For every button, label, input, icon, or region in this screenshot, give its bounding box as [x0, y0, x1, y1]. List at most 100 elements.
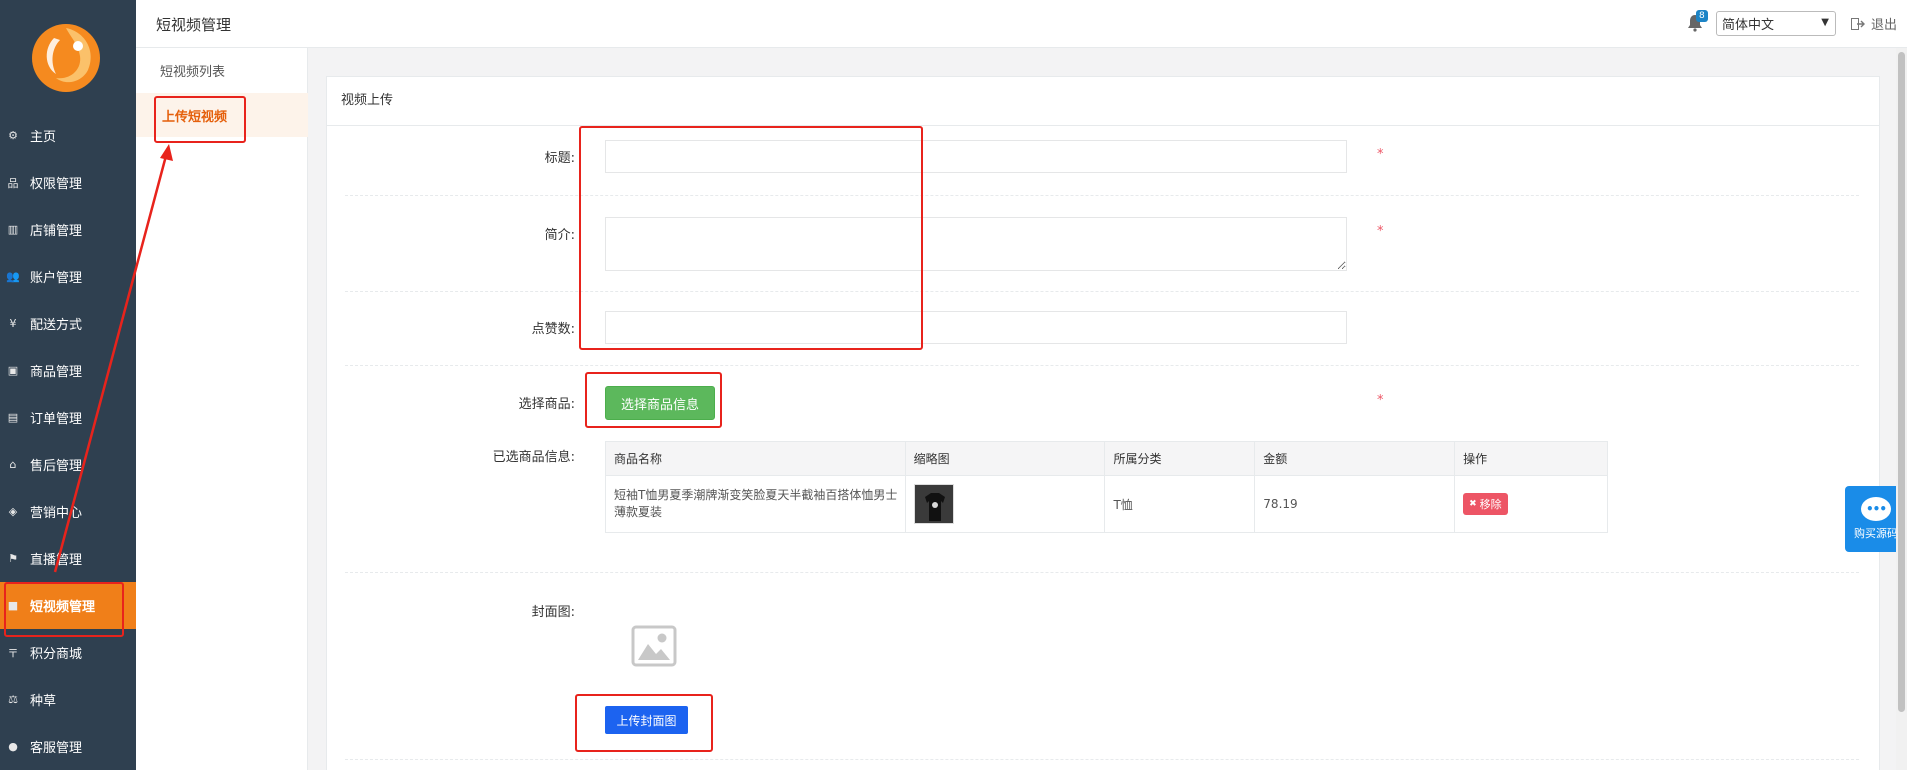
sign-out-icon — [1851, 17, 1865, 30]
column-header: 所属分类 — [1104, 441, 1256, 476]
subnav-item-upload-video[interactable]: 上传短视频 — [136, 93, 308, 137]
nav-item-label: 直播管理 — [30, 553, 83, 568]
selected-goods-label: 已选商品信息: — [492, 450, 575, 465]
product-thumbnail — [913, 484, 954, 524]
nav-item-13[interactable]: ● 客服管理 — [0, 723, 136, 770]
title-input[interactable] — [605, 140, 1347, 173]
column-header: 商品名称 — [605, 441, 906, 476]
nav-item-11[interactable]: 〒积分商城 — [0, 629, 136, 676]
row-divider — [345, 365, 1859, 366]
nav-item-3[interactable]: 👥 账户管理 — [0, 253, 136, 300]
amount-cell: 78.19 — [1254, 475, 1456, 533]
logout-label: 退出 — [1871, 18, 1898, 33]
column-header: 缩略图 — [904, 441, 1106, 476]
select-goods-label: 选择商品: — [518, 397, 575, 412]
close-icon: ✖ — [1469, 499, 1477, 509]
map-icon: ▥ — [7, 223, 19, 236]
comment-icon: ● — [8, 740, 18, 753]
language-select[interactable]: 简体中文 ▼ — [1716, 11, 1836, 36]
column-header: 操作 — [1454, 441, 1608, 476]
nav-item-label: 店铺管理 — [30, 224, 83, 239]
nav-item-label: 账户管理 — [30, 271, 83, 286]
remove-button[interactable]: ✖ 移除 — [1463, 493, 1508, 515]
logout-link[interactable]: 退出 — [1851, 14, 1897, 33]
panel-header-divider — [327, 125, 1879, 126]
table-row: 短袖T恤男夏季潮牌渐变笑脸夏天半截袖百搭体恤男士薄款夏装 T恤 78.19 ✖ — [605, 475, 1608, 533]
action-cell: ✖ 移除 — [1454, 475, 1608, 533]
nav-item-label: 客服管理 — [30, 741, 83, 756]
chat-bubble-icon: ••• — [1861, 497, 1891, 521]
nav-item-10[interactable]: ■ 短视频管理 — [0, 582, 136, 629]
nav-item-label: 积分商城 — [30, 647, 83, 662]
required-mark: * — [1377, 147, 1384, 162]
list-alt-icon: ▤ — [7, 411, 19, 424]
row-divider — [345, 195, 1859, 196]
nav-item-0[interactable]: ⚙ 主页 — [0, 112, 136, 159]
yen-icon: ¥ — [9, 317, 17, 330]
nav-item-1[interactable]: 品权限管理 — [0, 159, 136, 206]
nav-item-2[interactable]: ▥ 店铺管理 — [0, 206, 136, 253]
row-divider — [345, 572, 1859, 573]
category-cell: T恤 — [1104, 475, 1256, 533]
nav-item-label: 短视频管理 — [30, 600, 96, 615]
video-camera-icon: ■ — [7, 599, 19, 612]
image-icon: ▣ — [7, 364, 19, 377]
required-mark: * — [1377, 393, 1384, 408]
nav-item-label: 主页 — [30, 130, 57, 145]
buy-source-label: 购买源码 — [1854, 527, 1898, 540]
language-value: 简体中文 — [1722, 18, 1775, 33]
intro-label: 简介: — [544, 228, 575, 243]
nav-item-label: 订单管理 — [30, 412, 83, 427]
remove-label: 移除 — [1479, 498, 1502, 511]
tag-icon: ◈ — [8, 505, 18, 518]
subnav-item-label: 短视频列表 — [160, 64, 226, 80]
notification-badge: 8 — [1696, 10, 1708, 22]
sub-sidebar: 短视频列表 上传短视频 — [136, 48, 308, 770]
nav-item-label: 权限管理 — [30, 177, 83, 192]
nav-item-label: 商品管理 — [30, 365, 83, 380]
video-upload-panel: 视频上传 标题: * 简介: * 点赞数: 选择商品: 选择商品信息 * 已选商… — [326, 76, 1880, 770]
upload-cover-button[interactable]: 上传封面图 — [605, 706, 688, 734]
flag-icon: ⚑ — [8, 552, 18, 565]
sitemap-icon: 品 — [7, 176, 19, 190]
column-header: 金额 — [1254, 441, 1456, 476]
nav-item-5[interactable]: ▣ 商品管理 — [0, 347, 136, 394]
app-logo — [32, 24, 100, 92]
subnav-item-video-list[interactable]: 短视频列表 — [136, 48, 308, 92]
goods-name-cell: 短袖T恤男夏季潮牌渐变笑脸夏天半截袖百搭体恤男士薄款夏装 — [605, 475, 906, 533]
likes-label: 点赞数: — [531, 322, 575, 337]
nav-item-label: 营销中心 — [30, 506, 83, 521]
subnav-item-label: 上传短视频 — [162, 109, 228, 125]
cover-label: 封面图: — [531, 605, 575, 620]
panel-title: 视频上传 — [341, 93, 394, 108]
selected-goods-table: 商品名称 缩略图 所属分类 金额 操作 短袖T恤男夏季潮牌渐变笑脸夏天半截袖百搭… — [605, 441, 1608, 533]
rmb-icon: 〒 — [7, 646, 19, 660]
nav-item-label: 配送方式 — [30, 318, 83, 333]
nav-item-7[interactable]: ⌂ 售后管理 — [0, 441, 136, 488]
nav-item-6[interactable]: ▤ 订单管理 — [0, 394, 136, 441]
title-label: 标题: — [544, 151, 575, 166]
select-goods-button[interactable]: 选择商品信息 — [605, 386, 715, 420]
nav-item-label: 种草 — [30, 694, 57, 709]
table-header-row: 商品名称 缩略图 所属分类 金额 操作 — [605, 441, 1608, 476]
users-icon: 👥 — [6, 270, 20, 283]
intro-textarea[interactable] — [605, 217, 1347, 271]
top-header: 短视频管理 8 简体中文 ▼ 退出 — [136, 0, 1907, 48]
nav-item-label: 售后管理 — [30, 459, 83, 474]
nav-item-4[interactable]: ¥ 配送方式 — [0, 300, 136, 347]
page-title: 短视频管理 — [156, 16, 232, 34]
required-mark: * — [1377, 224, 1384, 239]
scrollbar-thumb[interactable] — [1898, 52, 1905, 712]
balance-scale-icon: ⚖ — [8, 693, 18, 706]
main-sidebar: ⚙ 主页品权限管理 ▥ 店铺管理 👥 账户管理 ¥ 配送方式 ▣ 商品管理 ▤ 订单管理 ⌂ 售后管理 ◈ 营… — [0, 0, 136, 770]
nav-item-8[interactable]: ◈ 营销中心 — [0, 488, 136, 535]
chevron-down-icon: ▼ — [1821, 17, 1829, 28]
likes-input[interactable] — [605, 311, 1347, 344]
row-divider — [345, 759, 1859, 760]
thumbnail-cell — [904, 475, 1106, 533]
row-divider — [345, 291, 1859, 292]
nav-item-9[interactable]: ⚑ 直播管理 — [0, 535, 136, 582]
nav-item-12[interactable]: ⚖ 种草 — [0, 676, 136, 723]
gear-icon: ⚙ — [8, 129, 18, 142]
bank-icon: ⌂ — [9, 458, 17, 471]
